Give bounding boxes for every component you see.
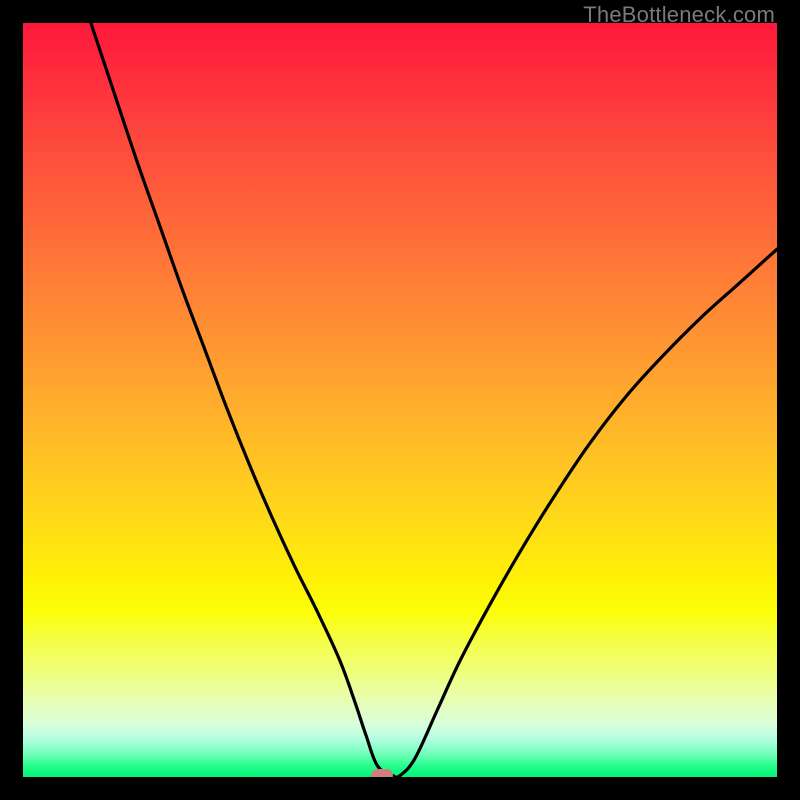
optimal-point-marker	[371, 769, 393, 777]
plot-area	[23, 23, 777, 777]
bottleneck-curve	[23, 23, 777, 777]
watermark-text: TheBottleneck.com	[583, 2, 775, 28]
figure-frame: TheBottleneck.com	[0, 0, 800, 800]
